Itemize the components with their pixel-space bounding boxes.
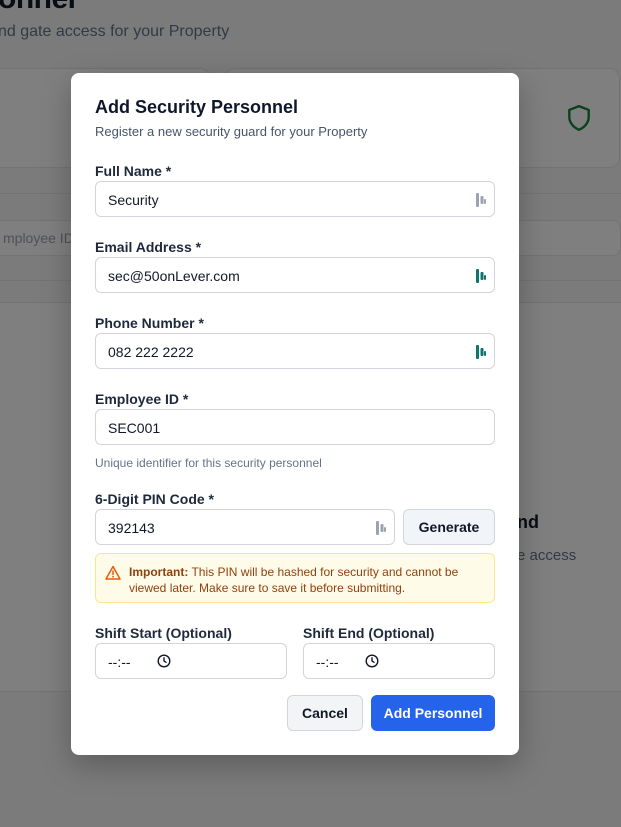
employee-id-input[interactable]: SEC001 [95, 409, 495, 445]
pin-label: 6-Digit PIN Code * [95, 491, 215, 507]
full-name-input[interactable]: Security [95, 181, 495, 217]
shift-start-value: --:-- [108, 654, 131, 670]
shift-end-label: Shift End (Optional) [303, 625, 435, 641]
shift-start-input[interactable]: --:-- [95, 643, 287, 679]
employee-id-hint: Unique identifier for this security pers… [95, 456, 322, 470]
pin-value: 392143 [108, 520, 155, 536]
warning-strong: Important: [129, 565, 189, 579]
password-manager-icon[interactable] [475, 344, 487, 360]
email-input[interactable]: sec@50onLever.com [95, 257, 495, 293]
password-manager-icon[interactable] [375, 520, 387, 536]
dialog-description: Register a new security guard for your P… [95, 124, 368, 139]
clock-icon[interactable] [365, 654, 379, 668]
employee-id-label: Employee ID * [95, 391, 189, 407]
shift-start-label: Shift Start (Optional) [95, 625, 232, 641]
cancel-button[interactable]: Cancel [287, 695, 363, 731]
clock-icon[interactable] [157, 654, 171, 668]
password-manager-icon[interactable] [475, 268, 487, 284]
full-name-label: Full Name * [95, 163, 172, 179]
full-name-value: Security [108, 192, 159, 208]
warning-text: Important: This PIN will be hashed for s… [129, 564, 474, 596]
phone-label: Phone Number * [95, 315, 204, 331]
shift-end-value: --:-- [316, 654, 339, 670]
pin-input[interactable]: 392143 [95, 509, 395, 545]
email-label: Email Address * [95, 239, 202, 255]
password-manager-icon[interactable] [475, 192, 487, 208]
shift-end-input[interactable]: --:-- [303, 643, 495, 679]
email-value: sec@50onLever.com [108, 268, 240, 284]
phone-value: 082 222 2222 [108, 344, 194, 360]
warning-triangle-icon [105, 565, 121, 580]
pin-warning-alert: Important: This PIN will be hashed for s… [95, 553, 495, 603]
add-personnel-dialog: Add Security Personnel Register a new se… [71, 73, 519, 755]
phone-input[interactable]: 082 222 2222 [95, 333, 495, 369]
dialog-title: Add Security Personnel [95, 97, 299, 117]
generate-pin-button[interactable]: Generate [403, 509, 495, 545]
add-personnel-button[interactable]: Add Personnel [371, 695, 495, 731]
employee-id-value: SEC001 [108, 420, 161, 436]
